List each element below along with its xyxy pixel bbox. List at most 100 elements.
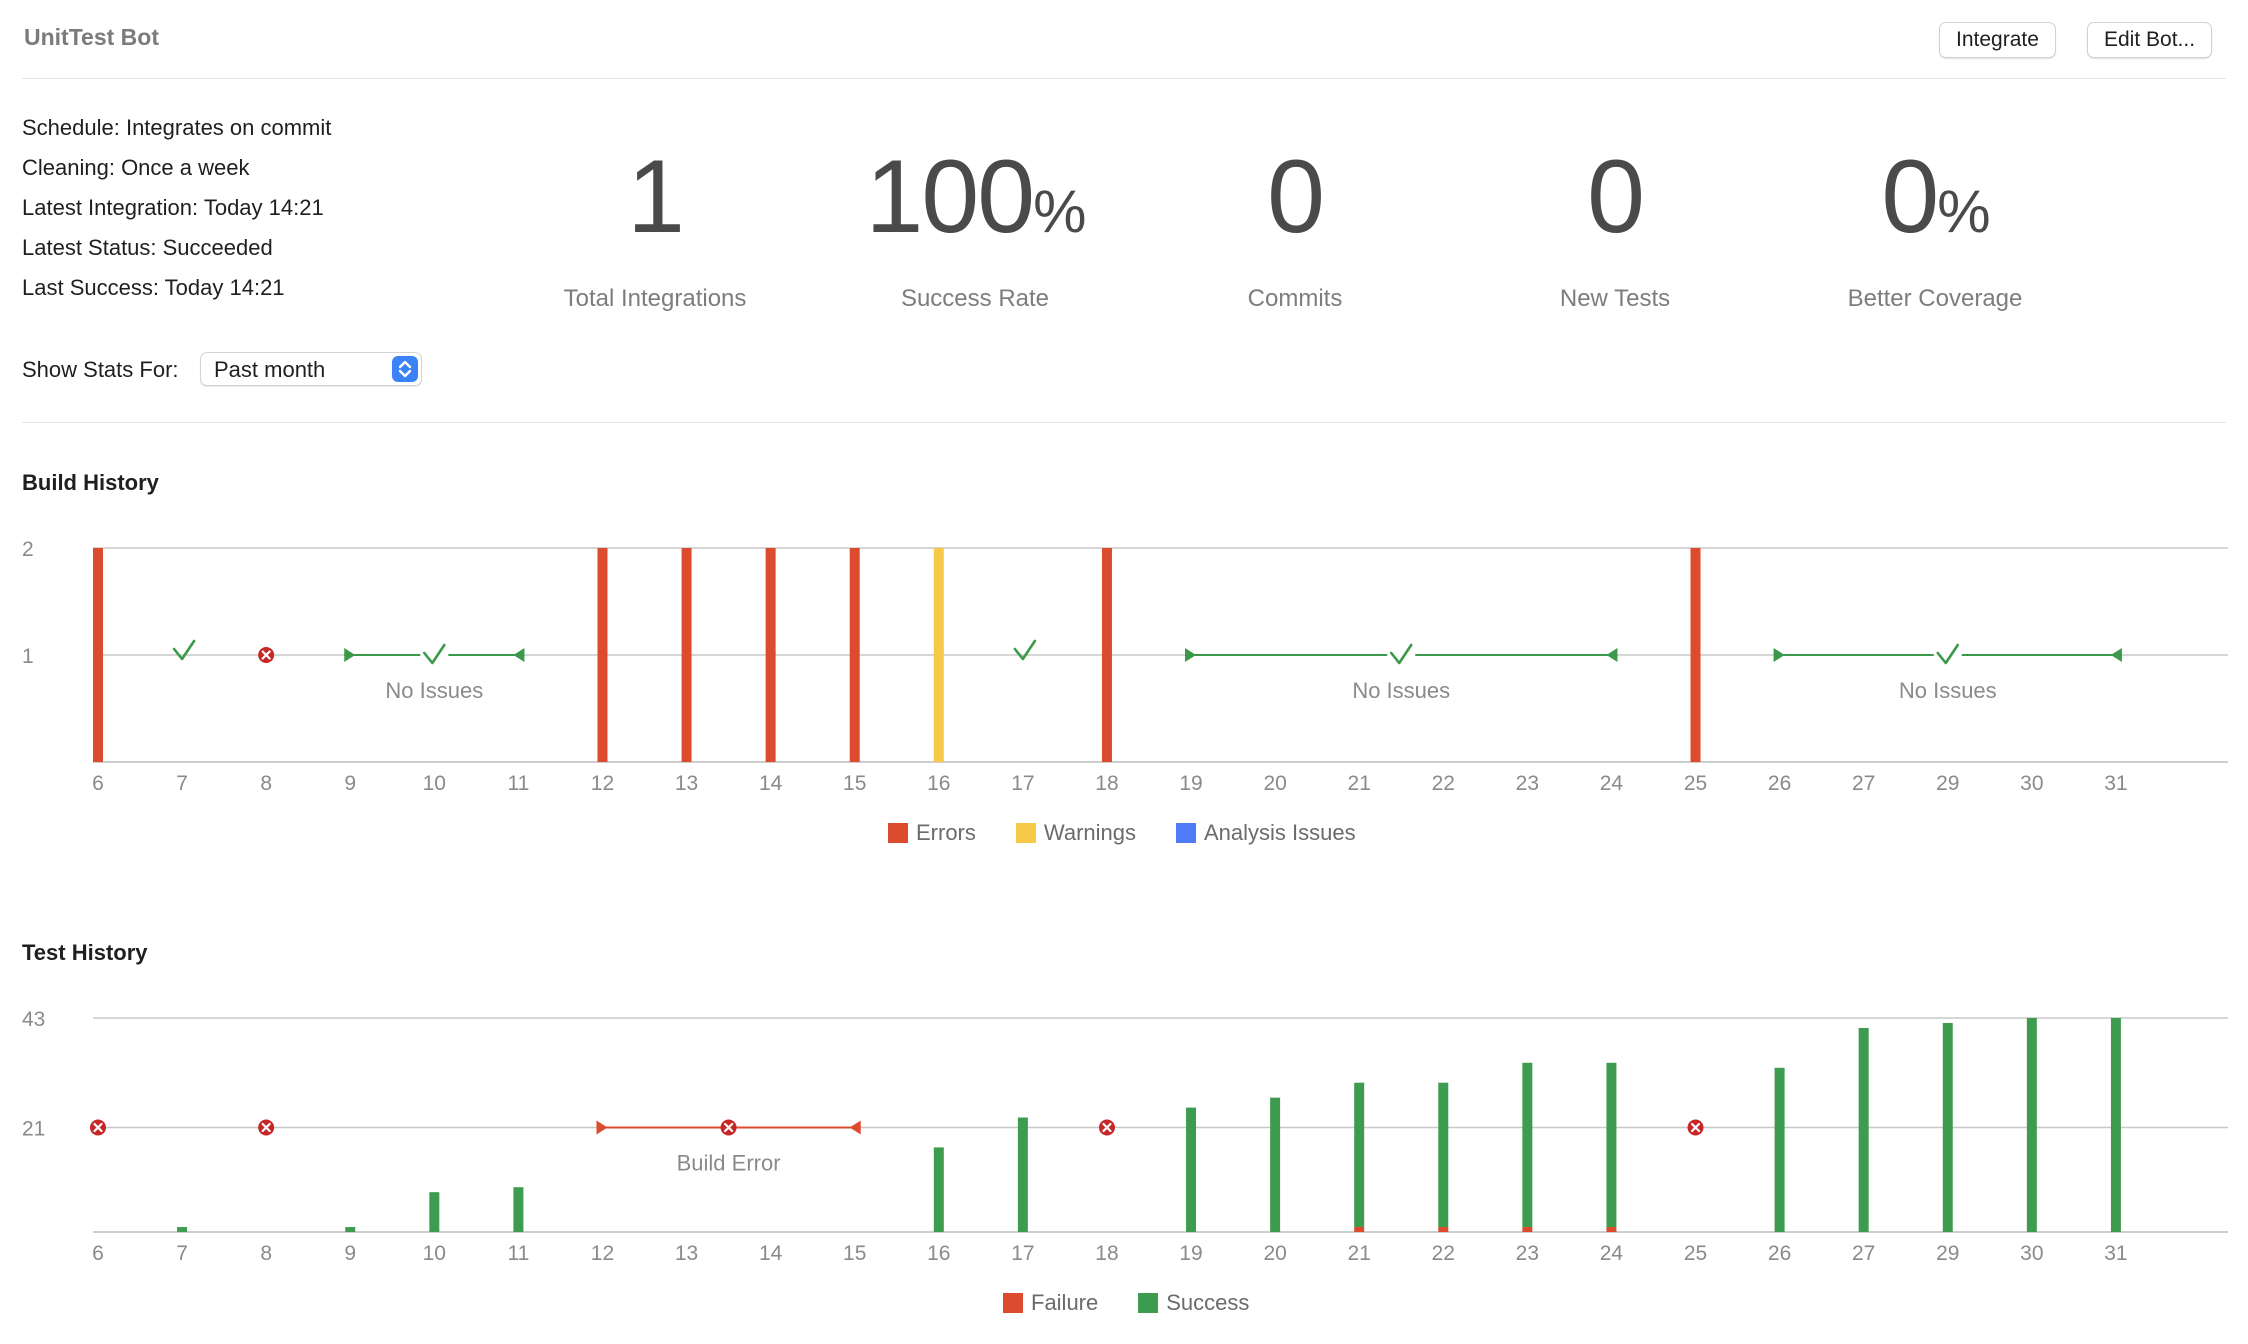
bar-errors (1101, 548, 1112, 762)
x-tick-label: 29 (1936, 1242, 1959, 1265)
bot-title: UnitTest Bot (24, 24, 160, 50)
range-start-arrow (344, 648, 356, 662)
bar-errors (681, 548, 692, 762)
x-tick-label: 13 (675, 772, 698, 795)
select-arrows-icon (392, 356, 418, 382)
x-tick-label: 18 (1095, 1242, 1118, 1265)
bar-success (429, 1192, 440, 1232)
bar-warnings (933, 548, 944, 762)
x-tick-label: 14 (759, 772, 783, 795)
range-label: No Issues (1352, 678, 1450, 703)
bar-success (1270, 1097, 1281, 1232)
integrate-button[interactable]: Integrate (1939, 22, 2056, 58)
legend-failure-swatch (1003, 1293, 1023, 1313)
bar-success (1522, 1062, 1533, 1228)
bar-failure (1354, 1227, 1365, 1232)
stat-label: Commits (1247, 285, 1343, 312)
bar-errors (93, 548, 103, 762)
build-legend: Errors Warnings Analysis Issues (888, 820, 1356, 846)
fail-icon (720, 1119, 737, 1136)
check-icon (1013, 639, 1037, 661)
build-history-title: Build History (22, 470, 159, 495)
latest-integration-text: Latest Integration: Today 14:21 (22, 195, 324, 220)
x-tick-label: 23 (1516, 772, 1539, 795)
range-end-arrow (513, 648, 525, 662)
x-tick-label: 29 (1936, 772, 1959, 795)
range-start-arrow (1773, 648, 1785, 662)
x-tick-label: 17 (1011, 1242, 1034, 1265)
x-tick-label: 15 (843, 772, 866, 795)
legend-warnings: Warnings (1043, 820, 1136, 845)
x-tick-label: 6 (92, 1242, 104, 1265)
bar-success (933, 1147, 944, 1232)
x-tick-label: 27 (1852, 1242, 1875, 1265)
x-tick-label: 31 (2104, 772, 2127, 795)
x-tick-label: 15 (843, 1242, 866, 1265)
stat-better-coverage: 0% Better Coverage (1785, 145, 2085, 313)
test-legend: Failure Success (1003, 1290, 1249, 1316)
fail-icon (1098, 1119, 1115, 1136)
fail-icon (258, 647, 275, 663)
x-tick-label: 27 (1852, 772, 1875, 795)
bar-success (513, 1187, 524, 1232)
x-tick-label: 18 (1095, 772, 1118, 795)
stat-value: 0 (1587, 139, 1645, 255)
x-tick-label: 24 (1600, 772, 1624, 795)
legend-errors: Errors (916, 820, 976, 845)
stat-new-tests: 0 New Tests (1465, 145, 1765, 313)
stat-value: 1 (627, 139, 685, 255)
x-tick-label: 13 (675, 1242, 698, 1265)
x-tick-label: 9 (344, 772, 356, 795)
stats-period-value: Past month (214, 357, 326, 382)
edit-bot-button[interactable]: Edit Bot... (2087, 22, 2213, 58)
x-tick-label: 7 (176, 772, 188, 795)
header-divider (22, 78, 2226, 79)
x-tick-label: 24 (1600, 1242, 1624, 1265)
bar-success (177, 1227, 188, 1232)
latest-status-text: Latest Status: Succeeded (22, 235, 273, 260)
x-tick-label: 10 (423, 772, 446, 795)
y-tick-label: 2 (22, 538, 34, 561)
stat-total-integrations: 1 Total Integrations (505, 145, 805, 313)
schedule-text: Schedule: Integrates on commit (22, 115, 332, 140)
x-tick-label: 26 (1768, 772, 1791, 795)
range-label: No Issues (1899, 678, 1997, 703)
range-end-arrow (1606, 648, 1618, 662)
x-tick-label: 26 (1768, 1242, 1791, 1265)
stat-commits: 0 Commits (1145, 145, 1445, 313)
stats-period-select[interactable]: Past month (200, 352, 422, 386)
x-tick-label: 22 (1432, 1242, 1455, 1265)
x-tick-label: 31 (2104, 1242, 2127, 1265)
x-tick-label: 21 (1348, 1242, 1371, 1265)
legend-warnings-swatch (1015, 823, 1036, 843)
fail-icon (1687, 1119, 1704, 1136)
range-label: Build Error (677, 1150, 781, 1175)
fail-icon (258, 1119, 275, 1136)
bar-success (1606, 1062, 1617, 1228)
range-label: No Issues (385, 678, 483, 703)
range-end-arrow (2110, 648, 2122, 662)
bar-success (1858, 1027, 1869, 1232)
x-tick-label: 7 (176, 1242, 188, 1265)
stats-for-label: Show Stats For: (22, 357, 179, 382)
x-tick-label: 12 (591, 772, 614, 795)
stat-label: Better Coverage (1847, 285, 2023, 312)
x-tick-label: 8 (260, 772, 272, 795)
legend-success-swatch (1138, 1293, 1159, 1313)
x-tick-label: 17 (1011, 772, 1034, 795)
x-tick-label: 30 (2020, 772, 2043, 795)
cleaning-text: Cleaning: Once a week (22, 155, 250, 180)
bar-failure (1438, 1227, 1449, 1232)
bar-success (1774, 1067, 1785, 1232)
x-tick-label: 20 (1263, 1242, 1286, 1265)
bar-success (345, 1227, 356, 1232)
x-tick-label: 20 (1263, 772, 1286, 795)
stats-divider (22, 422, 2226, 423)
x-tick-label: 10 (423, 1242, 446, 1265)
bar-success (2110, 1018, 2121, 1232)
bar-success (2026, 1018, 2037, 1232)
bar-success (1942, 1022, 1953, 1232)
y-tick-label: 43 (22, 1008, 45, 1031)
range-start-arrow (1185, 648, 1197, 662)
bar-failure (1522, 1227, 1533, 1232)
